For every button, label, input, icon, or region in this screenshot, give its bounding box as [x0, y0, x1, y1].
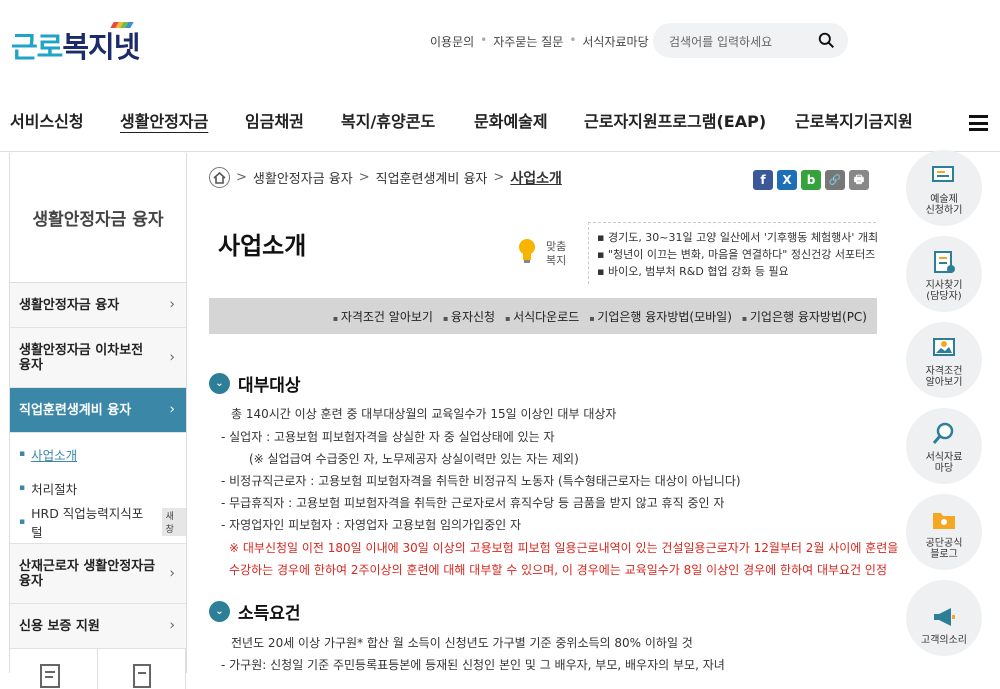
- quick-forms[interactable]: 서식자료 마당: [906, 408, 982, 484]
- form-icon[interactable]: [10, 649, 98, 689]
- quick-branch-find[interactable]: 지사찾기 (담당자): [906, 236, 982, 312]
- monitor-icon: [932, 166, 954, 182]
- util-link-inquiry[interactable]: 이용문의: [430, 33, 474, 50]
- breadcrumb-item[interactable]: 직업훈련생계비 융자: [376, 168, 488, 187]
- chevron-right-icon: ›: [169, 296, 175, 313]
- checklist-icon: [934, 251, 955, 273]
- breadcrumb: > 생활안정자금 융자 > 직업훈련생계비 융자 > 사업소개: [209, 167, 562, 188]
- nav-welfare-fund[interactable]: 근로복지기금지원: [795, 108, 913, 132]
- lightbulb-icon: [519, 239, 535, 263]
- site-header: 근로복지넷 이용문의 • 자주묻는 질문 • 서식자료마당 검색어를 입력하세요 서…: [0, 0, 1000, 152]
- side-item-industrial-loan[interactable]: 산재근로자 생활안정자금 융자 ›: [10, 544, 186, 604]
- side-sub-hrd[interactable]: ▪ HRD 직업능력지식포털 새창: [10, 505, 186, 540]
- tab-ibk-mobile[interactable]: 기업은행 융자방법(모바일): [589, 308, 732, 325]
- print-icon[interactable]: 🖶: [849, 170, 869, 190]
- nav-living-fund[interactable]: 생활안정자금: [120, 108, 208, 132]
- search-icon[interactable]: [818, 32, 835, 49]
- blog-icon[interactable]: b: [801, 170, 821, 190]
- quick-eligibility[interactable]: 자격조건 알아보기: [906, 322, 982, 398]
- new-window-badge: 새창: [161, 508, 186, 536]
- content-line: (※ 실업급여 수급중인 자, 노무제공자 상실이력만 있는 자는 제외): [249, 452, 579, 466]
- news-item[interactable]: ▪ 바이오, 범부처 R&D 협업 강화 등 필요: [597, 263, 876, 280]
- content-line: - 가구원: 신청일 기준 주민등록표등본에 등재된 신청인 본인 및 그 배우…: [221, 658, 725, 672]
- chevron-down-icon: ⌄: [209, 373, 230, 394]
- magnifier-icon: [932, 422, 954, 444]
- chevron-right-icon: ›: [169, 617, 175, 634]
- share-bar: f X b 🔗 🖶: [753, 170, 869, 190]
- link-icon[interactable]: 🔗: [825, 170, 845, 190]
- tab-eligibility[interactable]: 자격조건 알아보기: [333, 308, 433, 325]
- document-icon[interactable]: [98, 649, 186, 689]
- page-title: 사업소개: [218, 232, 307, 260]
- menu-icon[interactable]: [969, 115, 988, 131]
- section-eligibility-heading: ⌄ 대부대상: [209, 371, 301, 396]
- quick-voice[interactable]: 고객의소리: [906, 580, 982, 656]
- nav-welfare-condo[interactable]: 복지/휴양콘도: [341, 108, 435, 132]
- content-line: 총 140시간 이상 훈련 중 대부대상월의 교육일수가 15일 이상인 대부 …: [231, 407, 617, 421]
- image-icon: [933, 338, 955, 356]
- chevron-down-icon: ⌄: [209, 601, 230, 622]
- content-line: - 자영업자인 피보험자 : 자영업자 고용보험 임의가입중인 자: [221, 518, 522, 532]
- custom-welfare-news: 맞춤 복지 ▪ 경기도, 30~31일 고양 일산에서 '기후행동 체험행사' 개…: [512, 222, 878, 284]
- logo-stripe: [110, 22, 134, 28]
- tab-form-download[interactable]: 서식다운로드: [505, 308, 579, 325]
- site-logo[interactable]: 근로복지넷: [11, 24, 140, 66]
- news-item[interactable]: ▪ 경기도, 30~31일 고양 일산에서 '기후행동 체험행사' 개최: [597, 229, 878, 246]
- util-link-faq[interactable]: 자주묻는 질문: [493, 33, 563, 50]
- chevron-right-icon: ›: [169, 349, 175, 365]
- facebook-icon[interactable]: f: [753, 170, 773, 190]
- folder-icon: [933, 513, 955, 529]
- util-link-forms[interactable]: 서식자료마당: [582, 33, 648, 50]
- quick-blog[interactable]: 공단공식 블로그: [906, 494, 982, 570]
- side-sub-intro[interactable]: ▪ 사업소개: [10, 437, 186, 471]
- search-input[interactable]: 검색어를 입력하세요: [669, 33, 772, 50]
- content-line: - 비정규직근로자 : 고용보험 피보험자격을 취득한 비정규직 노동자 (특수…: [221, 474, 741, 488]
- content-line: - 무급휴직자 : 고용보험 피보험자격을 취득한 근로자로서 휴직수당 등 금…: [221, 496, 725, 510]
- nav-wage-claim[interactable]: 임금채권: [245, 108, 304, 132]
- chevron-right-icon: ›: [169, 401, 175, 418]
- nav-service-apply[interactable]: 서비스신청: [10, 108, 84, 132]
- search-box[interactable]: 검색어를 입력하세요: [653, 23, 848, 58]
- side-item-training-loan[interactable]: 직업훈련생계비 융자 ›: [10, 388, 186, 433]
- side-nav: 생활안정자금 융자 생활안정자금 융자 › 생활안정자금 이차보전 융자 › 직업훈…: [9, 153, 187, 689]
- section-income-heading: ⌄ 소득요건: [209, 599, 301, 624]
- custom-welfare-label: 맞춤 복지: [546, 240, 567, 267]
- notice-line: 수강하는 경우에 한하여 2주이상의 훈련에 대해 대부할 수 있으며, 이 경…: [229, 563, 888, 577]
- quick-menu: 예술제 신청하기 지사찾기 (담당자) 자격조건 알아보기 서식자료 마당 공단공식 블로…: [906, 150, 982, 666]
- side-nav-title: 생활안정자금 융자: [10, 153, 186, 283]
- news-list: ▪ 경기도, 30~31일 고양 일산에서 '기후행동 체험행사' 개최 ▪ "…: [588, 222, 878, 284]
- utility-menu: 이용문의 • 자주묻는 질문 • 서식자료마당: [430, 33, 649, 50]
- home-icon[interactable]: [209, 167, 230, 188]
- breadcrumb-item[interactable]: 생활안정자금 융자: [253, 168, 353, 187]
- nav-culture-art[interactable]: 문화예술제: [474, 108, 548, 132]
- side-item-credit-guarantee[interactable]: 신용 보증 지원 ›: [10, 604, 186, 649]
- content-tab-bar: 자격조건 알아보기 융자신청 서식다운로드 기업은행 융자방법(모바일) 기업은…: [209, 298, 877, 334]
- tab-ibk-pc[interactable]: 기업은행 융자방법(PC): [742, 308, 867, 325]
- quick-art-apply[interactable]: 예술제 신청하기: [906, 150, 982, 226]
- side-item-living-loan[interactable]: 생활안정자금 융자 ›: [10, 283, 186, 328]
- news-item[interactable]: ▪ "청년이 이끄는 변화, 마음을 연결하다" 정신건강 서포터즈: [597, 246, 876, 263]
- side-sub-list: ▪ 사업소개 ▪ 처리절차 ▪ HRD 직업능력지식포털 새창: [10, 433, 186, 544]
- breadcrumb-current[interactable]: 사업소개: [510, 168, 562, 188]
- side-item-interest-subsidy[interactable]: 생활안정자금 이차보전 융자 ›: [10, 328, 186, 388]
- x-icon[interactable]: X: [777, 170, 797, 190]
- notice-line: ※ 대부신청일 이전 180일 이내에 30일 이상의 고용보험 피보험 일용근…: [229, 541, 899, 555]
- chevron-right-icon: ›: [169, 565, 175, 581]
- nav-eap[interactable]: 근로자지원프로그램(EAP): [584, 108, 766, 132]
- side-sub-process[interactable]: ▪ 처리절차: [10, 471, 186, 505]
- megaphone-icon: [934, 608, 955, 626]
- side-bottom-icons: [10, 649, 186, 689]
- content-line: - 실업자 : 고용보험 피보험자격을 상실한 자 중 실업상태에 있는 자: [221, 430, 555, 444]
- tab-loan-apply[interactable]: 융자신청: [443, 308, 495, 325]
- content-line: 전년도 20세 이상 가구원* 합산 월 소득이 신청년도 가구별 기준 중위소…: [231, 636, 693, 650]
